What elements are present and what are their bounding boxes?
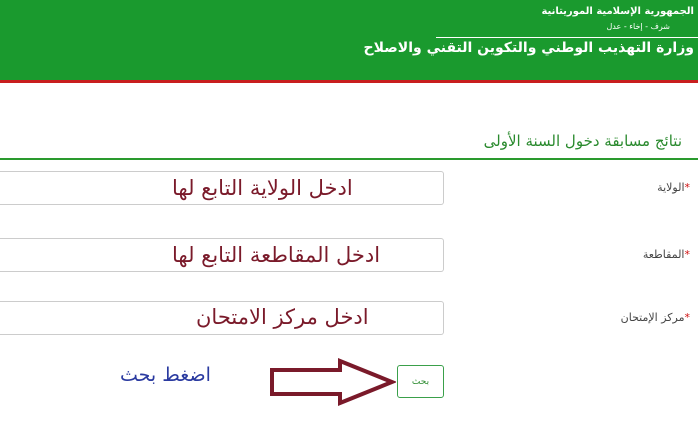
page-title: نتائج مسابقة دخول السنة الأولى bbox=[483, 132, 682, 150]
arrow-right-icon bbox=[270, 358, 396, 406]
search-button[interactable]: بحث bbox=[397, 365, 444, 398]
wilaya-label-text: الولاية bbox=[657, 181, 685, 194]
republic-name: الجمهورية الإسلامية الموريتانية bbox=[541, 6, 694, 17]
wilaya-hint: ادخل الولاية التابع لها bbox=[172, 176, 353, 200]
title-divider bbox=[0, 158, 698, 160]
moughataa-label-text: المقاطعة bbox=[642, 248, 685, 261]
ministry-name: وزارة التهذيب الوطني والتكوين التقني وال… bbox=[363, 40, 694, 56]
header-divider bbox=[436, 37, 698, 38]
national-motto: شرف - إخاء - عدل bbox=[606, 22, 670, 31]
required-mark: * bbox=[684, 311, 691, 324]
required-mark: * bbox=[684, 248, 691, 261]
press-search-hint: اضغط بحث bbox=[120, 364, 211, 386]
moughataa-label: *المقاطعة bbox=[643, 248, 690, 261]
site-header: الجمهورية الإسلامية الموريتانية شرف - إخ… bbox=[0, 0, 698, 83]
exam-center-label-text: مركز الإمتحان bbox=[620, 311, 685, 324]
wilaya-label: *الولاية bbox=[657, 181, 690, 194]
required-mark: * bbox=[684, 181, 691, 194]
exam-center-label: *مركز الإمتحان bbox=[621, 311, 690, 324]
moughataa-hint: ادخل المقاطعة التابع لها bbox=[172, 243, 381, 267]
exam-center-hint: ادخل مركز الامتحان bbox=[196, 305, 369, 329]
